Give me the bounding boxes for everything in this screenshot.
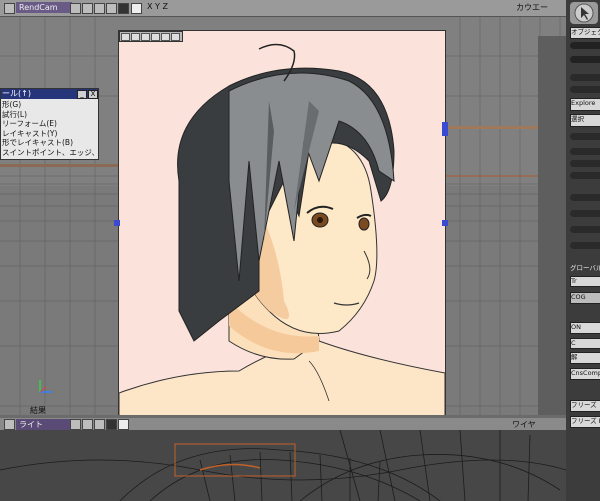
menu-item[interactable]: 試行(L)	[1, 110, 98, 120]
panel-slider[interactable]	[570, 86, 600, 93]
panel-slider[interactable]	[570, 226, 600, 233]
camera-icon[interactable]	[106, 419, 117, 430]
panel-slider[interactable]	[570, 210, 600, 217]
menu-item[interactable]: 形(G)	[1, 100, 98, 110]
eye-icon[interactable]	[118, 419, 129, 430]
render-close-icon[interactable]	[171, 33, 180, 41]
eye-icon[interactable]	[131, 3, 142, 14]
viewport-right-label[interactable]: カウエー	[516, 2, 548, 13]
view-option-icon[interactable]	[94, 3, 105, 14]
freeze-m-button[interactable]: フリーズ M	[570, 416, 600, 428]
top-viewport-header: RendCam X Y Z カウエー	[0, 0, 566, 17]
wireframe-label[interactable]: ワイヤ	[512, 419, 536, 430]
view-option-icon[interactable]	[70, 419, 81, 430]
menu-item[interactable]: 形でレイキャスト(B)	[1, 138, 98, 148]
tr-label[interactable]: Tr	[570, 276, 600, 287]
panel-slider[interactable]	[570, 148, 600, 155]
top-viewport[interactable]: RendCam X Y Z カウエー ール(↑) _ X 形(G) 試行(L) …	[0, 0, 566, 415]
panel-divider	[570, 42, 600, 49]
view-option-icon[interactable]	[94, 419, 105, 430]
render-option-icon[interactable]	[161, 33, 170, 41]
explore-button[interactable]: Explore	[570, 98, 600, 111]
menu-title: ール(↑)	[2, 89, 31, 98]
cns-comp-button[interactable]: CnsComp	[570, 368, 600, 380]
bottom-viewport[interactable]: ライト ワイヤ	[0, 418, 566, 501]
close-button[interactable]: X	[88, 90, 98, 99]
render-option-icon[interactable]	[131, 33, 140, 41]
view-option-icon[interactable]	[70, 3, 81, 14]
render-option-icon[interactable]	[151, 33, 160, 41]
menu-item[interactable]: レイキャスト(Y)	[1, 129, 98, 139]
freeze-button[interactable]: フリーズ	[570, 400, 600, 412]
render-option-icon[interactable]	[141, 33, 150, 41]
axis-gizmo-icon	[39, 380, 52, 393]
c-label[interactable]: C	[570, 338, 600, 349]
menu-titlebar[interactable]: ール(↑) _ X	[1, 89, 98, 99]
selection-tool-menu[interactable]: ール(↑) _ X 形(G) 試行(L) リーフォーム(E) レイキャスト(Y)…	[0, 88, 99, 160]
panel-slider[interactable]	[570, 172, 600, 179]
panel-slider[interactable]	[570, 194, 600, 201]
resize-handle[interactable]	[442, 122, 448, 136]
view-option-icon[interactable]	[82, 3, 93, 14]
menu-item[interactable]: リーフォーム(E)	[1, 119, 98, 129]
wireframe-view	[0, 430, 566, 501]
camera-icon[interactable]	[118, 3, 129, 14]
render-region-window[interactable]	[118, 30, 446, 415]
menu-icon[interactable]	[4, 3, 15, 14]
select-button[interactable]: 選択	[570, 114, 600, 127]
resize-handle[interactable]	[114, 220, 120, 226]
menu-icon[interactable]	[4, 419, 15, 430]
status-label: 結果	[30, 406, 46, 415]
right-tool-panel: オブジェクト Explore 選択 グローバル Tr COG ON C 解 Cn…	[566, 0, 600, 501]
panel-slider[interactable]	[570, 242, 600, 249]
menu-item-list: 形(G) 試行(L) リーフォーム(E) レイキャスト(Y) 形でレイキャスト(…	[1, 100, 98, 157]
view-option-icon[interactable]	[82, 419, 93, 430]
panel-divider	[570, 56, 600, 63]
axes-label[interactable]: X Y Z	[147, 2, 168, 11]
light-selector[interactable]: ライト	[16, 419, 72, 430]
view-option-icon[interactable]	[106, 3, 117, 14]
panel-slider[interactable]	[570, 133, 600, 140]
cog-button[interactable]: COG	[570, 292, 600, 304]
arrow-tool-icon[interactable]	[570, 2, 598, 24]
unlock-button[interactable]: 解	[570, 352, 600, 364]
render-option-icon[interactable]	[121, 33, 130, 41]
minimize-button[interactable]: _	[77, 90, 87, 99]
camera-selector[interactable]: RendCam	[16, 2, 72, 13]
on-toggle[interactable]: ON	[570, 322, 600, 334]
panel-slider[interactable]	[570, 160, 600, 167]
global-label: グローバル	[570, 264, 600, 272]
tab-object[interactable]: オブジェクト	[570, 27, 600, 39]
menu-item[interactable]: スイントポイント、エッジ、ポリゴン(B)	[1, 148, 98, 158]
rendered-character-image	[119, 43, 445, 415]
panel-slider[interactable]	[570, 74, 600, 81]
resize-handle[interactable]	[442, 220, 448, 226]
